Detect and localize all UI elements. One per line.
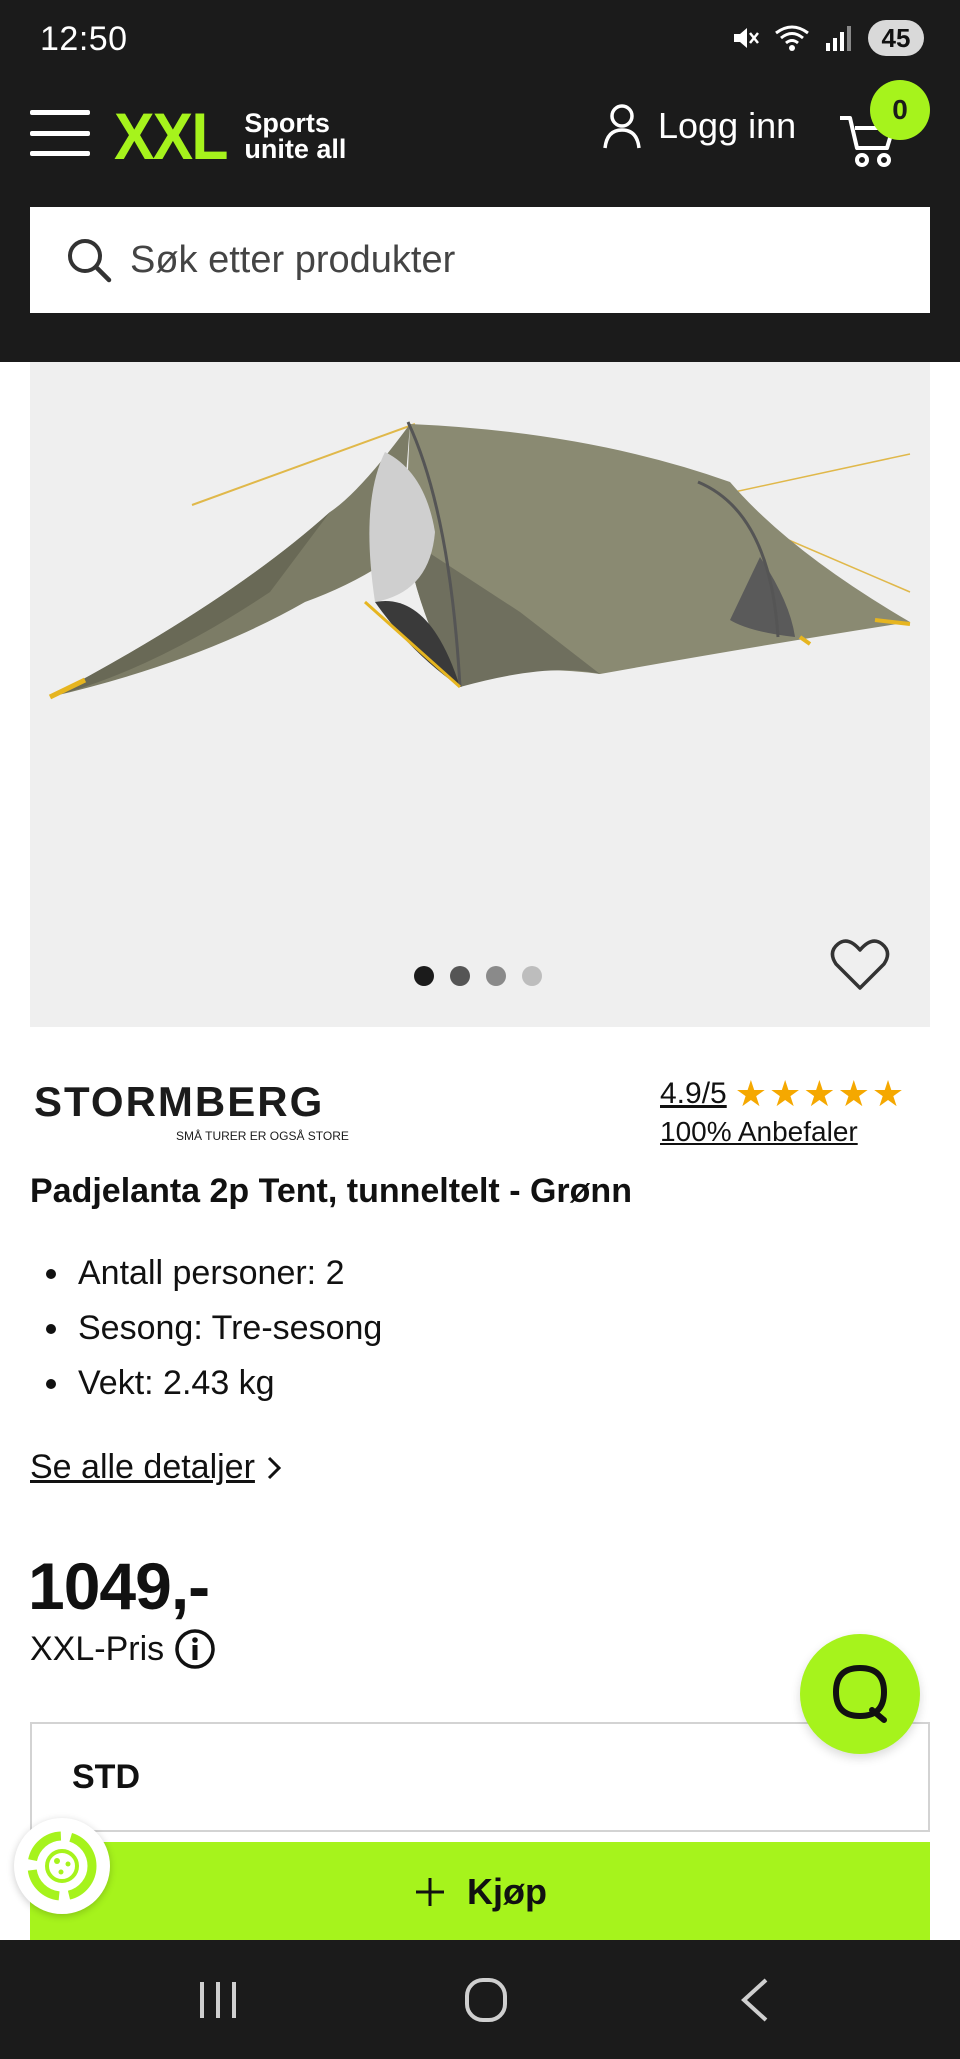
battery-indicator: 45 [868, 20, 924, 56]
logo-text: XXL [114, 99, 228, 173]
cart-count-badge[interactable]: 0 [870, 80, 930, 140]
login-label: Logg inn [658, 105, 797, 146]
search-icon [68, 239, 112, 283]
feature-list: Antall personer: 2 Sesong: Tre-sesong Ve… [30, 1246, 382, 1411]
product-image-carousel[interactable] [30, 362, 930, 1027]
product-title: Padjelanta 2p Tent, tunneltelt - Grønn [30, 1172, 632, 1210]
buy-button-label: Kjøp [467, 1871, 547, 1912]
home-icon[interactable] [464, 1976, 508, 2024]
product-price: 1049,- [28, 1549, 210, 1623]
price-label-text: XXL-Pris [30, 1629, 165, 1668]
carousel-dot[interactable] [450, 966, 470, 986]
xxl-logo[interactable]: XXL Sports unite all [114, 98, 346, 174]
system-nav-bar [0, 1940, 960, 2059]
tent-image [48, 421, 911, 700]
rating-value[interactable]: 4.9/5 [660, 1077, 727, 1111]
search-bar[interactable] [30, 207, 930, 313]
price-label: XXL-Pris [30, 1628, 216, 1670]
signal-icon [826, 26, 851, 51]
carousel-dots [414, 966, 542, 986]
carousel-dot[interactable] [486, 966, 506, 986]
feature-item: Sesong: Tre-sesong [30, 1301, 382, 1356]
login-button[interactable]: Logg inn [602, 102, 796, 150]
see-all-details-link[interactable]: Se alle detaljer [30, 1448, 283, 1487]
recent-apps-icon[interactable] [196, 1980, 240, 2020]
size-select[interactable]: STD [30, 1722, 930, 1832]
wifi-icon [775, 25, 809, 51]
star-icon: ★ [837, 1073, 870, 1114]
search-input[interactable] [130, 238, 890, 282]
plus-icon [416, 1878, 444, 1906]
rating-area[interactable]: 4.9/5 ★ ★ ★ ★ ★ 100% Anbefaler [660, 1076, 932, 1148]
info-icon[interactable] [174, 1628, 216, 1670]
status-icons: 45 [730, 20, 924, 56]
star-icon: ★ [769, 1073, 802, 1114]
carousel-dot[interactable] [522, 966, 542, 986]
user-icon [603, 104, 641, 149]
cookie-settings-button[interactable] [14, 1818, 110, 1914]
feature-item: Antall personer: 2 [30, 1246, 382, 1301]
brand-name: STORMBERG [34, 1078, 324, 1125]
menu-icon[interactable] [30, 110, 90, 156]
back-icon[interactable] [738, 1976, 772, 2024]
rating-row[interactable]: 4.9/5 ★ ★ ★ ★ ★ [660, 1076, 932, 1112]
star-icon: ★ [734, 1073, 768, 1114]
details-link-label: Se alle detaljer [30, 1448, 255, 1486]
buy-button[interactable]: Kjøp [30, 1842, 930, 1942]
mute-icon [734, 28, 759, 48]
feature-item: Vekt: 2.43 kg [30, 1356, 382, 1411]
cookie-icon [27, 1831, 97, 1901]
brand-tagline: SMÅ TURER ER OGSÅ STORE [176, 1128, 349, 1143]
rating-stars: ★ ★ ★ ★ ★ [735, 1076, 904, 1112]
status-time: 12:50 [40, 20, 128, 58]
chevron-right-icon [267, 1456, 282, 1479]
chat-button[interactable] [800, 1634, 920, 1754]
star-icon: ★ [871, 1073, 905, 1114]
chat-icon [832, 1664, 888, 1723]
heart-icon[interactable] [830, 936, 890, 992]
site-header: XXL Sports unite all Logg inn 0 [0, 66, 960, 362]
status-bar: 12:50 45 [0, 0, 960, 66]
carousel-dot[interactable] [414, 966, 434, 986]
brand-logo[interactable]: STORMBERG SMÅ TURER ER OGSÅ STORE [34, 1076, 354, 1146]
logo-tagline: Sports unite all [244, 108, 347, 164]
star-icon: ★ [803, 1073, 836, 1114]
recommend-link[interactable]: 100% Anbefaler [660, 1116, 932, 1148]
